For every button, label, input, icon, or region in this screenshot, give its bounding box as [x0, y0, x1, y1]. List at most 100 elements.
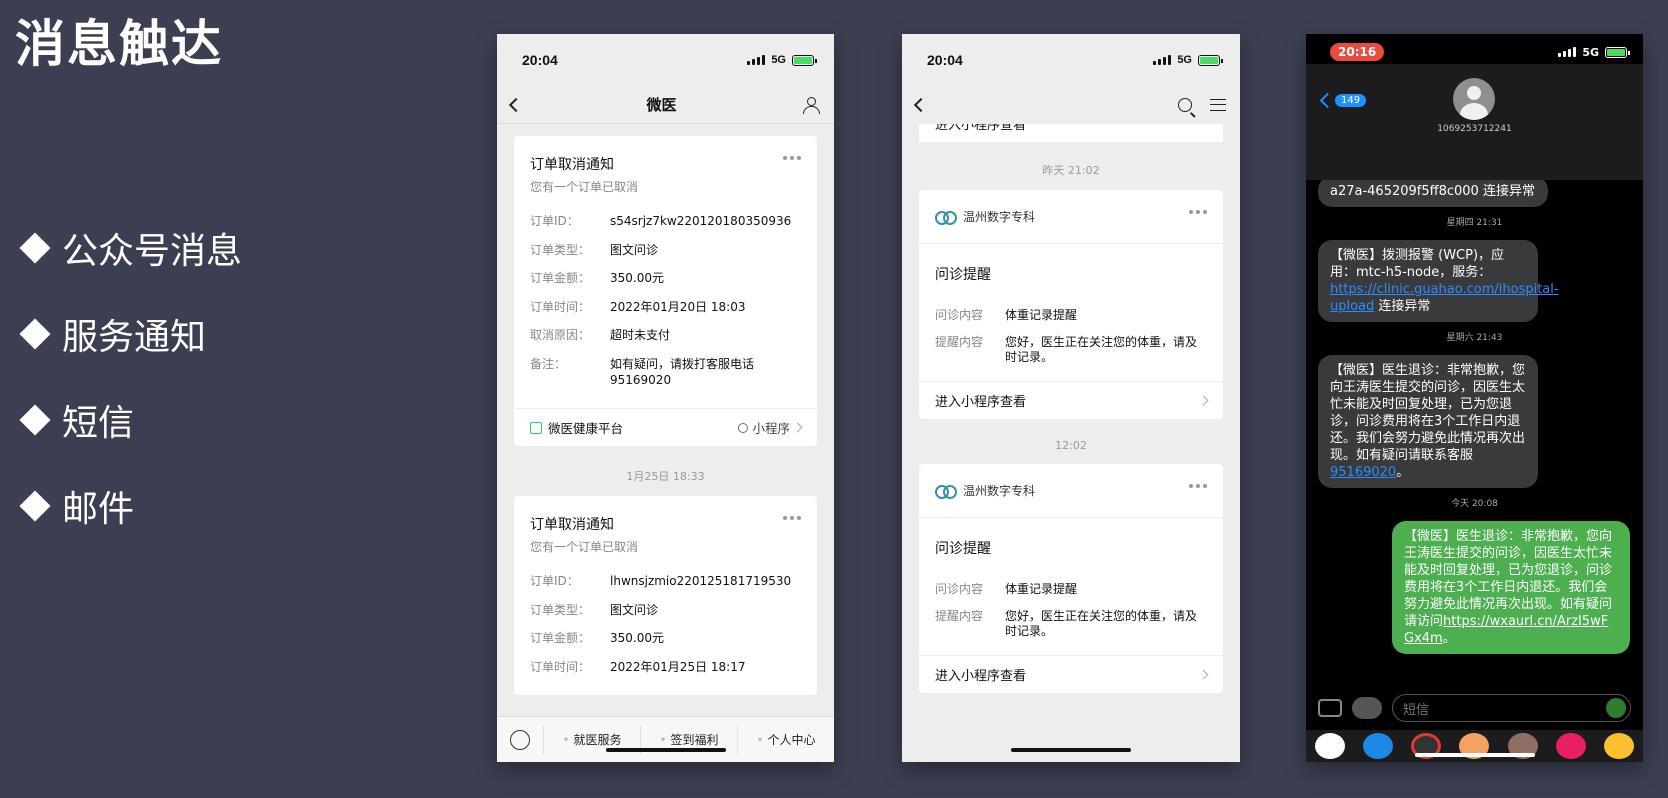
detail-row: 取消原因： 超时未支付	[530, 327, 801, 343]
status-bar: 20:16 5G	[1306, 34, 1643, 70]
brand-name: 温州数字专科	[963, 210, 1036, 224]
row-value: 超时未支付	[610, 328, 671, 342]
partial-card[interactable]: 进入小程序查看	[919, 124, 1223, 142]
card-title: 订单取消通知	[530, 517, 614, 533]
more-icon[interactable]	[1189, 484, 1207, 488]
back-icon[interactable]	[508, 97, 524, 112]
back-button[interactable]: 149	[1319, 92, 1367, 109]
diamond-icon	[19, 232, 51, 264]
bullet-label: 服务通知	[62, 317, 207, 358]
nav-title: 微医	[646, 96, 677, 114]
phone-service-notification: 20:04 5G 进入小程序查看 昨天 21:02 温州数字专科 问诊提醒 问诊…	[902, 34, 1240, 762]
row-key: 订单金额：	[530, 631, 591, 645]
sms-link[interactable]: https://clinic.guahao.com/ihospital-uplo…	[1330, 282, 1559, 314]
card-title: 问诊提醒	[935, 541, 991, 557]
link-label: 进入小程序查看	[935, 669, 1027, 684]
sms-thread[interactable]: a27a-465209f5ff8c000 连接异常 星期四 21:31 【微医】…	[1306, 180, 1643, 690]
row-key: 取消原因：	[530, 328, 591, 342]
sms-link[interactable]: 95169020	[1330, 465, 1396, 480]
mini-program-link[interactable]: 微医健康平台 小程序	[514, 408, 817, 446]
row-key: 问诊内容	[935, 582, 984, 596]
diamond-icon	[19, 404, 51, 436]
search-icon[interactable]	[1178, 98, 1192, 112]
app-store-icon[interactable]	[1352, 697, 1382, 719]
battery-icon	[1605, 46, 1630, 58]
battery-icon	[1198, 54, 1223, 66]
sms-timestamp: 星期四 21:31	[1446, 218, 1503, 228]
more-icon[interactable]	[783, 516, 801, 520]
sms-input[interactable]: 短信	[1392, 694, 1631, 722]
app-store-app-icon[interactable]	[1363, 733, 1394, 759]
signal-group: 5G	[1153, 54, 1223, 66]
sms-bubble-incoming[interactable]: 【微医】拨测报警 (WCP)，应用：mtc-h5-node，服务：https:/…	[1318, 240, 1559, 322]
sms-bubble-incoming[interactable]: 【微医】医生退诊：非常抱歉，您向王涛医生提交的问诊，因医生太忙未能及时回复处理，…	[1318, 355, 1538, 488]
nav-bar: 微医	[497, 86, 834, 124]
bullet-item: 服务通知	[18, 291, 242, 377]
tab-personal-center[interactable]: 个人中心	[737, 724, 834, 755]
row-value: 如有疑问，请拨打客服电话95169020	[610, 356, 755, 387]
detail-row: 订单金额： 350.00元	[530, 630, 801, 646]
chevron-right-icon	[1198, 395, 1209, 406]
open-mini-program-link[interactable]: 进入小程序查看	[919, 381, 1223, 419]
signal-group: 5G	[747, 54, 817, 66]
more-icon[interactable]	[783, 156, 801, 160]
sms-text-tail: 。	[1442, 631, 1456, 646]
user-icon[interactable]	[802, 96, 820, 114]
message-list[interactable]: 进入小程序查看 昨天 21:02 温州数字专科 问诊提醒 问诊内容 体重记录提醒 …	[902, 124, 1240, 724]
platform-name: 微医健康平台	[548, 421, 624, 436]
row-value: 您好，医生正在关注您的体重，请及时记录。	[1005, 609, 1198, 638]
row-key: 备注：	[530, 356, 567, 371]
avatar[interactable]	[1453, 78, 1495, 120]
detail-row: 订单金额： 350.00元	[530, 270, 801, 286]
back-icon[interactable]	[913, 97, 929, 113]
phone-wechat-official-account: 20:04 5G 微医 订单取消通知 您有一个订单已取消 订单ID： s54srj…	[497, 34, 834, 762]
row-value: 图文问诊	[610, 242, 659, 257]
message-list[interactable]: 订单取消通知 您有一个订单已取消 订单ID： s54srjz7kw22012018…	[497, 124, 834, 716]
row-key: 订单类型：	[530, 242, 591, 257]
detail-row: 订单类型： 图文问诊	[530, 602, 801, 618]
row-value: 2022年01月20日 18:03	[610, 299, 746, 314]
row-value: 350.00元	[610, 271, 664, 285]
digital-touch-app-icon[interactable]	[1555, 733, 1586, 759]
sms-bubble-outgoing[interactable]: 【微医】医生退诊：非常抱歉，您向王涛医生提交的问诊，因医生太忙未能及时回复处理，…	[1392, 521, 1630, 654]
link-label: 进入小程序查看	[935, 395, 1027, 410]
detail-row: 提醒内容 您好，医生正在关注您的体重，请及时记录。	[935, 335, 1207, 365]
menu-icon[interactable]	[1210, 99, 1226, 111]
notification-card[interactable]: 订单取消通知 您有一个订单已取消 订单ID： lhwnsjzmio22012518…	[514, 496, 817, 695]
reminder-card[interactable]: 温州数字专科 问诊提醒 问诊内容 体重记录提醒 提醒内容 您好，医生正在关注您的体重…	[919, 464, 1223, 693]
detail-row: 订单ID： lhwnsjzmio220125181719530	[530, 573, 801, 589]
row-value: 图文问诊	[610, 602, 659, 617]
row-key: 订单ID：	[530, 574, 579, 588]
contact-number[interactable]: 1069253712241	[1306, 124, 1643, 134]
row-value: 2022年01月25日 18:17	[610, 659, 746, 674]
sms-text: 【微医】医生退诊：非常抱歉，您向王涛医生提交的问诊，因医生太忙未能及时回复处理，…	[1330, 363, 1526, 463]
reminder-card[interactable]: 温州数字专科 问诊提醒 问诊内容 体重记录提醒 提醒内容 您好，医生正在关注您的体重…	[919, 190, 1223, 419]
detail-row: 订单时间： 2022年01月20日 18:03	[530, 299, 801, 315]
sms-bubble-incoming[interactable]: a27a-465209f5ff8c000 连接异常	[1318, 180, 1548, 207]
row-key: 问诊内容	[935, 308, 984, 322]
open-mini-program-link[interactable]: 进入小程序查看	[919, 655, 1223, 693]
bullet-label: 公众号消息	[62, 231, 243, 272]
bullet-item: 邮件	[18, 463, 242, 549]
network-label: 5G	[1177, 54, 1192, 66]
sticker-app-icon[interactable]	[1603, 733, 1634, 759]
detail-row: 订单时间： 2022年01月25日 18:17	[530, 659, 801, 675]
sms-input-placeholder: 短信	[1403, 702, 1430, 718]
row-key: 订单金额：	[530, 271, 591, 285]
detail-row: 订单ID： s54srjz7kw220120180350936	[530, 213, 801, 229]
row-key: 订单类型：	[530, 602, 591, 617]
status-time: 20:04	[522, 52, 558, 68]
home-indicator	[1011, 748, 1131, 752]
time-separator: 12:02	[1055, 439, 1087, 452]
keyboard-icon[interactable]	[497, 729, 543, 750]
detail-row: 问诊内容 体重记录提醒	[935, 582, 1207, 597]
send-icon[interactable]	[1606, 698, 1626, 718]
sms-text-tail: 连接异常	[1374, 299, 1431, 314]
notification-card[interactable]: 订单取消通知 您有一个订单已取消 订单ID： s54srjz7kw22012018…	[514, 136, 817, 446]
nav-bar	[902, 86, 1240, 124]
camera-icon[interactable]	[1318, 699, 1342, 717]
sms-text-tail: 。	[1396, 465, 1410, 480]
photos-app-icon[interactable]	[1315, 733, 1346, 759]
network-label: 5G	[771, 54, 786, 66]
more-icon[interactable]	[1189, 210, 1207, 214]
